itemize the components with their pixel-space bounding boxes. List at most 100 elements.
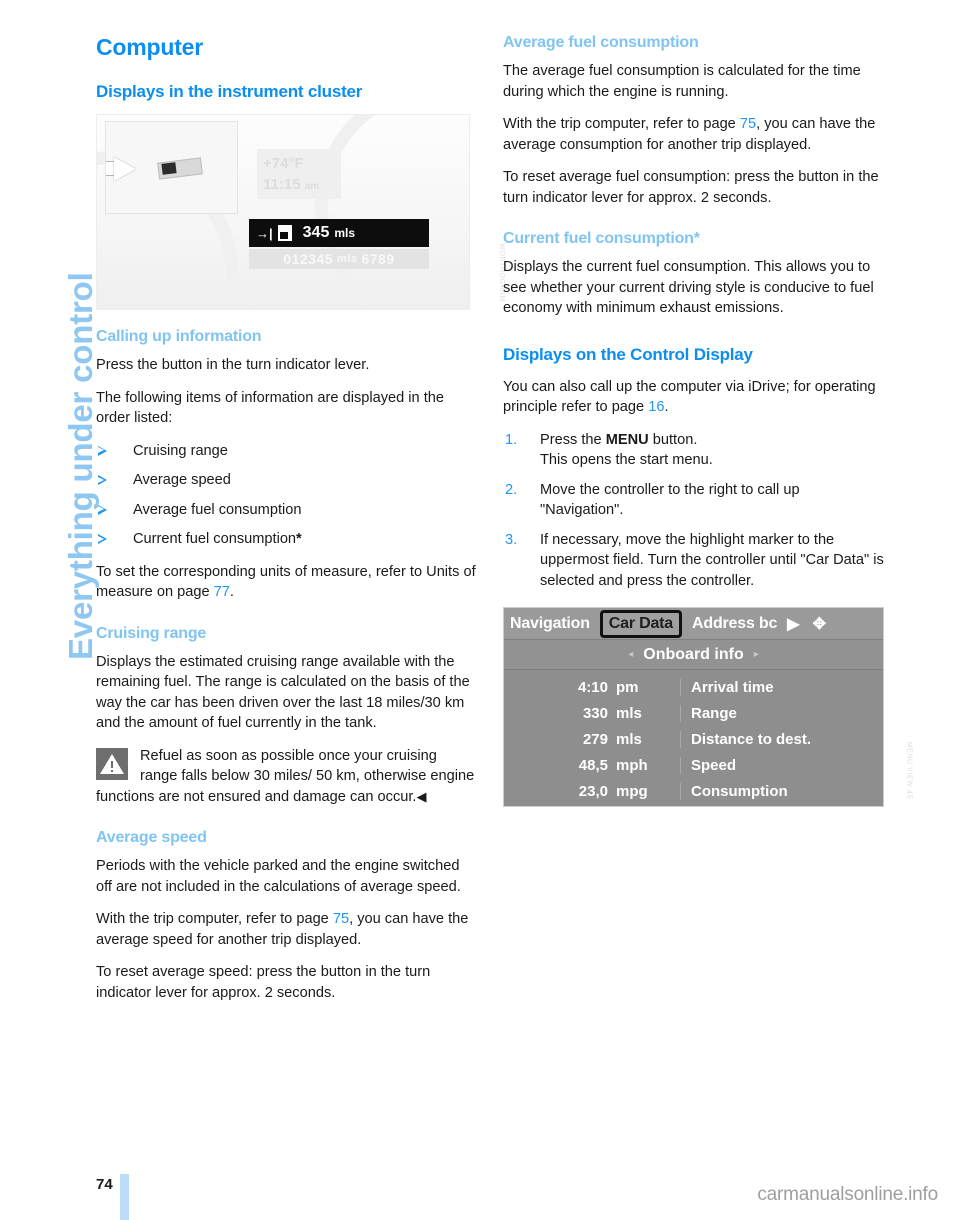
avgfuel-p2-text-a: With the trip computer, refer to page: [503, 116, 740, 132]
fuel-pump-icon: [277, 225, 292, 241]
cluster-temperature-value: +74: [263, 155, 289, 172]
table-row: 48,5 mph Speed: [504, 752, 883, 778]
tab-address-book[interactable]: Address bc: [692, 615, 777, 633]
onboard-info-table: 4:10 pm Arrival time 330 mls Range 279 m…: [504, 670, 883, 804]
optional-equipment-asterisk: *: [296, 531, 302, 547]
tab-navigation[interactable]: Navigation: [510, 615, 590, 633]
row-unit: mph: [616, 756, 648, 774]
cluster-odometer-readout: 012345 mls 6789: [249, 249, 429, 269]
row-label: Consumption: [680, 782, 883, 800]
heading-current-fuel-consumption: Current fuel consumption*: [503, 230, 700, 247]
list-item: 2. Move the controller to the right to ca…: [503, 480, 885, 521]
triangle-bullet-icon: [98, 504, 107, 515]
page-title: Computer: [96, 34, 204, 60]
control-display-paragraph-1: You can also call up the computer via iD…: [503, 377, 885, 418]
right-caret-icon[interactable]: ▸: [754, 649, 759, 660]
table-row: 4:10 pm Arrival time: [504, 674, 883, 700]
page-reference-75[interactable]: 75: [740, 116, 756, 132]
average-speed-paragraph-3: To reset average speed: press the button…: [96, 964, 431, 1001]
page-number: 74: [96, 1176, 113, 1193]
callout-arrow-icon: [114, 157, 136, 181]
control-display-steps-list: 1. Press the MENU button. This opens the s…: [503, 430, 885, 592]
menu-button-label: MENU: [605, 431, 649, 448]
list-item: Average speed: [96, 470, 478, 491]
avgspeed-p2-text-a: With the trip computer, refer to page: [96, 911, 333, 927]
row-label: Range: [680, 704, 883, 722]
calling-paragraph-3: To set the corresponding units of measur…: [96, 562, 478, 603]
cluster-cruising-range-readout: →| 345 mls: [249, 219, 429, 247]
cluster-temp-clock-field: +74°F 11:15 am: [257, 149, 341, 199]
subbar-title: Onboard info: [643, 645, 744, 663]
chapter-tab: Everything under control: [0, 0, 99, 700]
step-text-a: If necessary, move the highlight marker …: [540, 531, 884, 589]
list-item: Current fuel consumption*: [96, 529, 478, 550]
list-item-label: Average speed: [133, 472, 231, 488]
list-item: Average fuel consumption: [96, 500, 478, 521]
trip-value: 6789: [361, 251, 395, 267]
step-text-a: Press the: [540, 431, 606, 448]
tab-car-data-selected[interactable]: Car Data: [599, 609, 683, 638]
list-item: Cruising range: [96, 441, 478, 462]
figure-instrument-cluster: +74°F 11:15 am →| 345 mls 012345 mls 678…: [96, 114, 505, 310]
row-unit: mls: [616, 704, 642, 722]
row-value: 48,5: [578, 756, 608, 774]
page-reference-77[interactable]: 77: [214, 584, 230, 600]
row-unit: mpg: [616, 782, 648, 800]
page-reference-16[interactable]: 16: [648, 399, 664, 415]
heading-cruising-range: Cruising range: [96, 624, 207, 642]
row-value: 330: [582, 704, 608, 722]
cd-p1-text-a: You can also call up the computer via iD…: [503, 378, 876, 416]
list-item: 1. Press the MENU button. This opens the s…: [503, 430, 885, 471]
control-display-subbar: ◂ Onboard info ▸: [504, 640, 883, 670]
current-fuel-paragraph-1: Displays the current fuel consumption. T…: [503, 259, 874, 316]
compass-icon: ✥: [812, 615, 826, 633]
cluster-clock-suffix: am: [304, 181, 320, 192]
triangle-bullet-icon: [98, 475, 107, 485]
forward-arrow-icon[interactable]: ▶: [787, 614, 799, 634]
step-text-a: Move the controller to the right to call…: [540, 481, 800, 519]
row-label: Distance to dest.: [680, 730, 883, 748]
control-display-image: Navigation Car Data Address bc ▶ ✥ ◂ Onb…: [503, 607, 884, 807]
left-caret-icon[interactable]: ◂: [628, 649, 633, 660]
table-row: 330 mls Range: [504, 700, 883, 726]
manual-page: Everything under control Computer Displa…: [0, 0, 960, 1220]
row-label: Arrival time: [680, 678, 883, 696]
right-column: Average fuel consumption The average fue…: [503, 34, 912, 807]
turn-indicator-lever-inset: [105, 121, 238, 214]
row-unit: mls: [616, 730, 642, 748]
warning-triangle-icon: [96, 747, 128, 780]
avg-fuel-paragraph-1: The average fuel consumption is calculat…: [503, 63, 861, 100]
range-arrow-icon: →|: [256, 225, 273, 241]
speedometer-dial-graphic: [315, 115, 469, 309]
step-text-c: This opens the start menu.: [540, 452, 713, 468]
average-speed-paragraph-1: Periods with the vehicle parked and the …: [96, 858, 461, 895]
cruising-range-paragraph: Displays the estimated cruising range av…: [96, 653, 470, 732]
heading-average-speed: Average speed: [96, 829, 207, 846]
row-value: 23,0: [578, 782, 608, 800]
heading-displays-instrument-cluster: Displays in the instrument cluster: [96, 82, 363, 101]
heading-calling-up-information: Calling up information: [96, 328, 262, 345]
avg-fuel-paragraph-3: To reset average fuel consumption: press…: [503, 169, 879, 206]
page-folio: 74: [96, 1174, 129, 1220]
step-number: 1.: [505, 431, 518, 448]
cluster-range-unit: mls: [334, 226, 356, 240]
cd-p1-text-b: .: [664, 399, 669, 415]
calling-paragraph-2: The following items of information are d…: [96, 389, 444, 427]
row-label: Speed: [680, 756, 883, 774]
calling-p3-text-b: .: [229, 584, 234, 600]
page-reference-75[interactable]: 75: [333, 911, 349, 927]
list-item-label: Cruising range: [133, 442, 228, 459]
calling-p3-text-a: To set the corresponding units of measur…: [96, 563, 476, 601]
step-number: 2.: [505, 481, 518, 498]
average-speed-paragraph-2: With the trip computer, refer to page 75…: [96, 909, 478, 950]
site-watermark: carmanualsonline.info: [757, 1184, 938, 1205]
heading-displays-control-display: Displays on the Control Display: [503, 344, 753, 364]
avg-fuel-paragraph-2: With the trip computer, refer to page 75…: [503, 114, 885, 155]
odometer-value: 012345: [283, 251, 334, 267]
step-text-b: button.: [648, 431, 698, 448]
list-item: 3. If necessary, move the highlight marke…: [503, 530, 885, 592]
calling-paragraph-1: Press the button in the turn indicator l…: [96, 357, 370, 373]
cluster-range-value: 345: [302, 224, 330, 241]
list-item-label: Average fuel consumption: [133, 501, 302, 518]
row-value: 4:10: [577, 678, 608, 696]
